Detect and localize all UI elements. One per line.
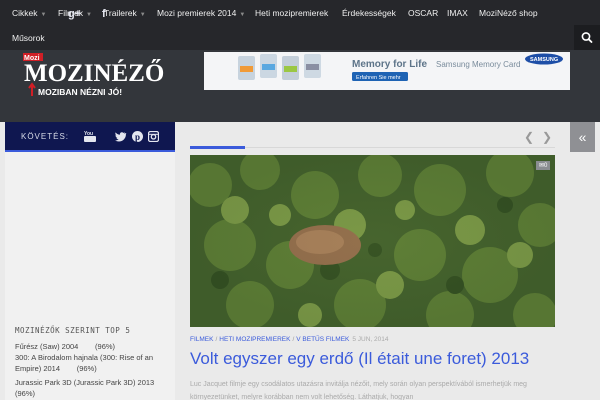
chevron-down-icon: ▼ [86, 12, 92, 18]
post-title[interactable]: Volt egyszer egy erdő (Il était une fore… [190, 349, 529, 369]
slider-progress [190, 146, 555, 149]
nav-item-musorok[interactable]: Műsorok [12, 33, 45, 43]
banner-cta: Erfahren Sie mehr [356, 75, 401, 81]
chevron-down-icon: ▼ [139, 12, 146, 18]
post-meta: FILMEK / HETI MOZIPREMIEREK / V BETŰS FILMEK… [190, 336, 389, 343]
top5-item[interactable]: 300: A Birodalom hajnala (300: Rise of a… [15, 353, 165, 374]
nav-item-cikkek[interactable]: Cikkek ▼ [12, 8, 46, 18]
nav-item-imax[interactable]: IMAX [447, 8, 468, 18]
search-icon [581, 32, 593, 43]
category-link[interactable]: V BETŰS FILMEK [296, 336, 349, 343]
post-excerpt: Luc Jacquet filmje egy csodálatos utazás… [190, 381, 527, 400]
post-featured-image[interactable] [190, 155, 555, 327]
nav-item-trailerek[interactable]: Trailerek ▼ [104, 8, 146, 18]
category-link[interactable]: FILMEK [190, 336, 213, 343]
facebook-icon[interactable]: f [102, 8, 106, 20]
logo-name: MOZINÉZŐ [24, 58, 164, 87]
chevron-down-icon: ▼ [40, 12, 47, 18]
logo-tagline: MOZIBAN NÉZNI JÓ! [38, 86, 122, 97]
banner-product: Samsung Memory Card [436, 60, 520, 69]
pinterest-icon[interactable]: p [132, 131, 143, 142]
nav-item-heti-mozipremierek[interactable]: Heti mozipremierek [255, 8, 328, 18]
twitter-icon[interactable] [115, 131, 127, 142]
nav-item-shop[interactable]: MoziNéző shop [479, 8, 538, 18]
slider-next-button[interactable]: ❯ [542, 130, 552, 144]
youtube-icon[interactable]: You [84, 130, 96, 142]
search-button[interactable] [574, 25, 600, 50]
comment-count-badge[interactable]: ✉0 [536, 161, 551, 170]
follow-label: KÖVETÉS: [21, 132, 70, 141]
svg-text:p: p [135, 132, 140, 142]
nav-item-oscar[interactable]: OSCAR [408, 8, 438, 18]
top5-heading: MOZINÉZŐK SZERINT TOP 5 [15, 326, 131, 335]
chevron-down-icon: ▼ [239, 12, 246, 18]
double-chevron-left-icon: « [578, 129, 587, 145]
top5-item[interactable]: Fűrész (Saw) 2004 (96%) [15, 342, 165, 353]
samsung-ad-banner[interactable]: Memory for Life Samsung Memory Card Erfa… [204, 52, 570, 90]
nav-item-mozi-premierek-2014[interactable]: Mozi premierek 2014 ▼ [157, 8, 245, 18]
sidebar-collapse-button[interactable]: « [570, 122, 595, 152]
top5-item[interactable]: Jurassic Park 3D (Jurassic Park 3D) 2013… [15, 378, 165, 399]
banner-headline: Memory for Life [352, 59, 427, 70]
post-date: 5 JUN, 2014 [352, 336, 389, 343]
slider-prev-button[interactable]: ❮ [524, 130, 534, 144]
category-link[interactable]: HETI MOZIPREMIEREK [219, 336, 290, 343]
instagram-icon[interactable] [148, 131, 159, 142]
memory-cards-image [238, 54, 321, 80]
nav-item-erdekessegek[interactable]: Érdekességek [342, 8, 396, 18]
samsung-logo: SAMSUNG [530, 57, 558, 63]
site-logo[interactable]: Mozi MOZINÉZŐ MOZIBAN NÉZNI JÓ! [20, 52, 170, 100]
google-plus-icon[interactable]: g+ [68, 8, 81, 20]
